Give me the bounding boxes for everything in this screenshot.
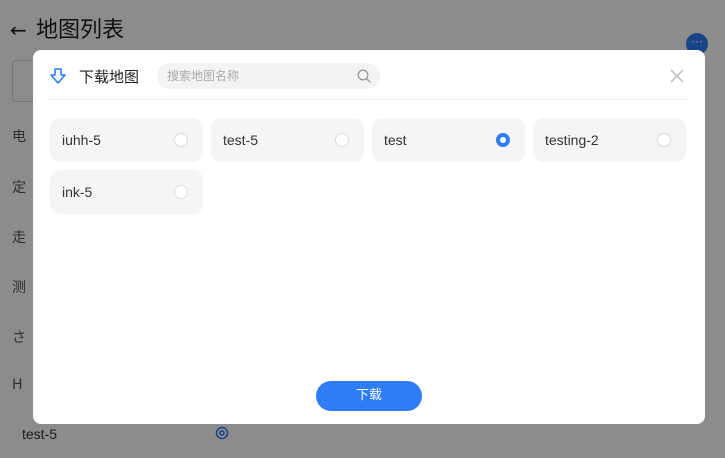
map-option-card[interactable]: ink-5 <box>50 170 203 214</box>
map-option-radio[interactable] <box>174 133 188 147</box>
map-search-box[interactable] <box>157 63 380 89</box>
map-option-name: testing-2 <box>545 132 599 148</box>
download-button[interactable]: 下载 <box>316 381 422 411</box>
map-option-name: test-5 <box>223 132 259 148</box>
dialog-header: 下载地图 <box>33 50 705 100</box>
map-search-input[interactable] <box>167 66 342 86</box>
map-option-radio[interactable] <box>335 133 349 147</box>
map-option-card[interactable]: testing-2 <box>533 118 686 162</box>
header-divider <box>48 99 690 100</box>
map-option-card[interactable]: iuhh-5 <box>50 118 203 162</box>
map-option-radio-selected[interactable] <box>496 133 510 147</box>
map-option-name: ink-5 <box>62 184 93 200</box>
map-option-name: test <box>384 132 407 148</box>
map-option-radio[interactable] <box>174 185 188 199</box>
map-option-name: iuhh-5 <box>62 132 101 148</box>
map-option-radio[interactable] <box>657 133 671 147</box>
map-option-card[interactable]: test-5 <box>211 118 364 162</box>
map-option-card[interactable]: test <box>372 118 525 162</box>
download-map-dialog: 下载地图 iuhh-5 test-5 test testing-2 ink-5 <box>33 50 705 424</box>
dialog-title: 下载地图 <box>79 68 140 86</box>
search-icon[interactable] <box>356 68 372 84</box>
download-icon <box>50 68 66 84</box>
close-icon[interactable] <box>669 68 685 84</box>
